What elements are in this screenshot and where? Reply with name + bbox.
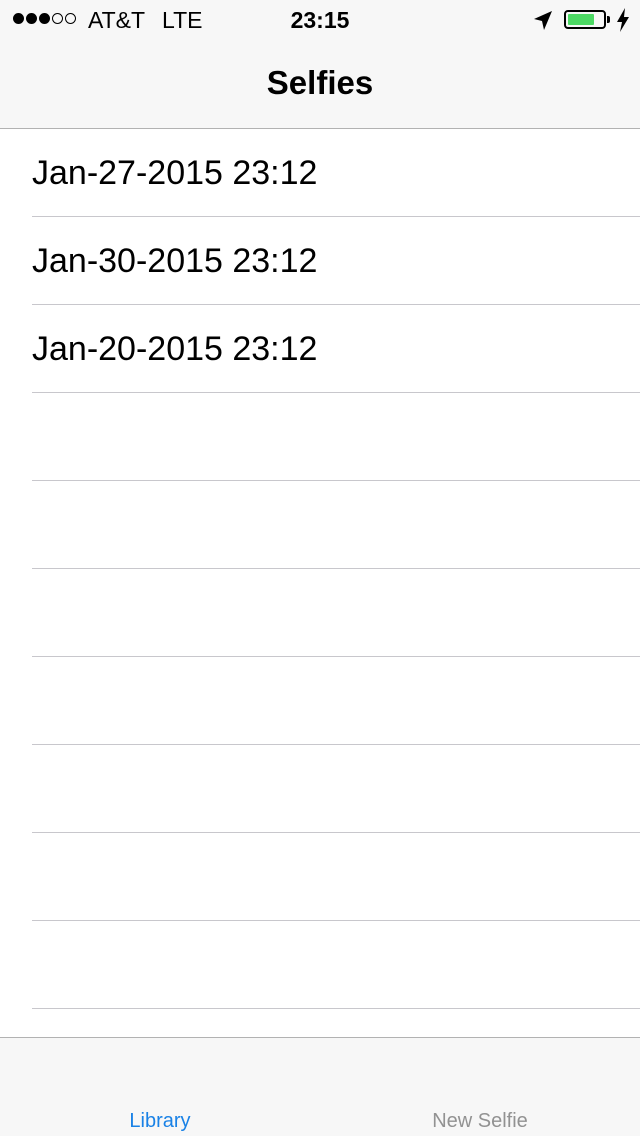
tab-new-selfie[interactable]: New Selfie — [320, 1038, 640, 1136]
tab-library-label: Library — [129, 1110, 191, 1132]
list-item-label: Jan-20-2015 23:12 — [32, 329, 318, 368]
list-item — [0, 745, 640, 833]
list-item — [0, 569, 640, 657]
list-item-label: Jan-27-2015 23:12 — [32, 153, 318, 192]
list-item — [0, 921, 640, 1009]
charging-bolt-icon — [617, 8, 629, 32]
tab-bar: Library New Selfie — [0, 1037, 640, 1136]
list-item[interactable]: Jan-27-2015 23:12 — [0, 129, 640, 217]
list-item — [0, 833, 640, 921]
list-item[interactable]: Jan-20-2015 23:12 — [0, 305, 640, 393]
page-title: Selfies — [266, 64, 374, 101]
location-arrow-icon — [534, 11, 552, 30]
selfie-list[interactable]: Jan-27-2015 23:12 Jan-30-2015 23:12 Jan-20… — [0, 129, 640, 1037]
status-bar: AT&T LTE 23:15 — [0, 0, 640, 40]
list-item[interactable]: Jan-30-2015 23:12 — [0, 217, 640, 305]
battery-icon — [564, 10, 606, 29]
app-screen: AT&T LTE 23:15 Selfies Jan-27-2015 23:12… — [0, 0, 640, 1136]
battery-terminal — [607, 16, 610, 23]
list-item — [0, 393, 640, 481]
navigation-bar: AT&T LTE 23:15 Selfies — [0, 0, 640, 129]
tab-library[interactable]: Library — [0, 1038, 320, 1136]
list-item — [0, 657, 640, 745]
battery-level — [568, 14, 594, 25]
list-item — [0, 481, 640, 569]
list-item-label: Jan-30-2015 23:12 — [32, 241, 318, 280]
tab-new-selfie-label: New Selfie — [432, 1110, 528, 1132]
